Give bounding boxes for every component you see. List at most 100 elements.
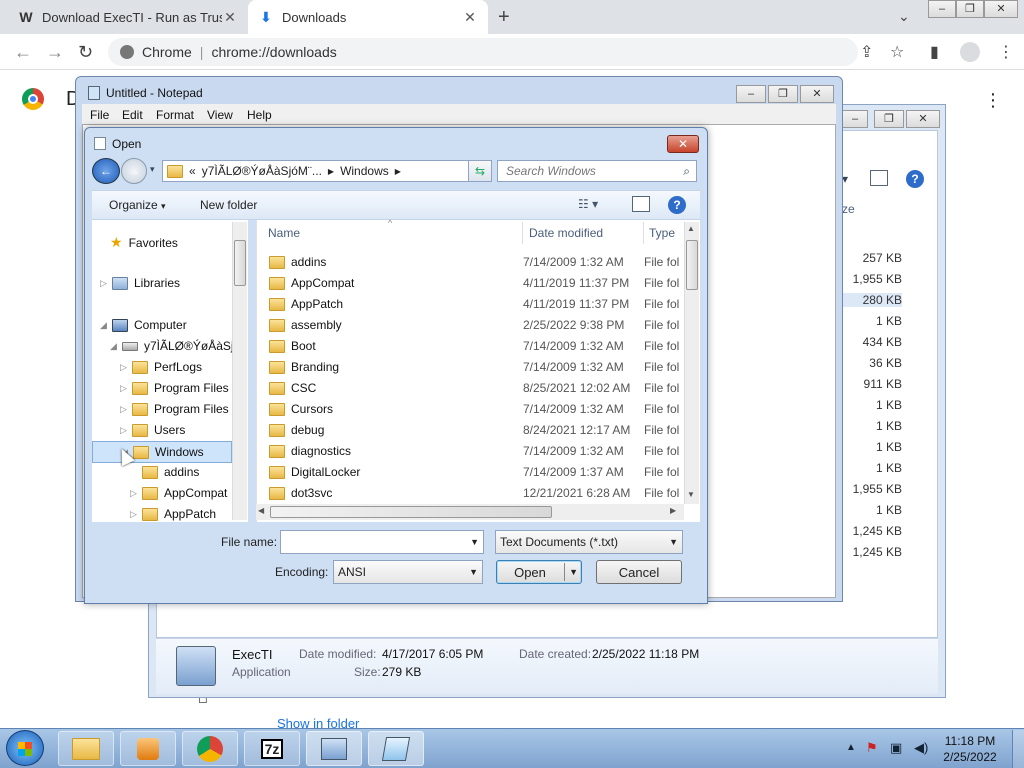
expand-arrow-icon[interactable]: ▷ — [120, 425, 132, 436]
file-row[interactable]: DigitalLocker 7/14/2009 1:37 AM File fol — [266, 462, 690, 482]
file-row[interactable]: assembly 2/25/2022 9:38 PM File fol — [266, 315, 690, 335]
chevron-down-icon[interactable]: ⌄ — [898, 8, 910, 25]
taskbar-notepad[interactable] — [368, 731, 424, 766]
refresh-icon[interactable]: ⇆ — [468, 160, 492, 182]
show-hidden-icons[interactable]: ▲ — [846, 742, 856, 753]
nav-scrollbar[interactable] — [232, 222, 247, 520]
close-tab-icon[interactable]: ✕ — [462, 9, 478, 26]
nav-favorites[interactable]: ★ Favorites — [110, 234, 178, 251]
column-header-date[interactable]: Date modified — [529, 226, 603, 240]
file-scroll-thumb[interactable] — [686, 240, 698, 290]
file-row[interactable]: AppCompat 4/11/2019 11:37 PM File fol — [266, 273, 690, 293]
file-row[interactable]: addins 7/14/2009 1:32 AM File fol — [266, 252, 690, 272]
new-tab-icon[interactable]: + — [498, 6, 510, 29]
expand-arrow-icon[interactable]: ▷ — [130, 488, 142, 499]
breadcrumb-drive[interactable]: y7ÌÃLØ®ÝøÅàSjóM¨... — [202, 164, 322, 178]
breadcrumb-windows[interactable]: Windows — [340, 164, 389, 178]
taskbar-media-player[interactable] — [120, 731, 176, 766]
tab-downloads[interactable]: ⬇ Downloads ✕ — [248, 0, 488, 34]
forward-arrow-icon[interactable]: → — [121, 158, 147, 184]
new-folder-button[interactable]: New folder — [200, 198, 257, 212]
menu-file[interactable]: File — [90, 108, 109, 122]
encoding-select[interactable]: ANSI ▼ — [333, 560, 483, 584]
collapse-arrow-icon[interactable]: ◢ — [110, 341, 122, 352]
nav-apppatch[interactable]: ▷ AppPatch — [130, 507, 216, 521]
expand-arrow-icon[interactable]: ▷ — [130, 509, 142, 520]
file-row[interactable]: diagnostics 7/14/2009 1:32 AM File fol — [266, 441, 690, 461]
open-dropdown-icon[interactable]: ▼ — [569, 567, 578, 577]
close-button[interactable]: ✕ — [984, 0, 1018, 18]
reload-icon[interactable]: ↻ — [78, 42, 93, 63]
side-panel-icon[interactable]: ▮ — [930, 42, 939, 62]
expand-arrow-icon[interactable]: ▷ — [120, 383, 132, 394]
profile-avatar[interactable] — [960, 42, 980, 62]
close-tab-icon[interactable]: ✕ — [222, 9, 238, 26]
collapse-arrow-icon[interactable]: ◢ — [100, 320, 112, 331]
menu-kebab-icon[interactable]: ⋮ — [998, 42, 1014, 62]
nav-addins[interactable]: addins — [142, 465, 199, 479]
forward-icon[interactable]: → — [46, 42, 64, 63]
maximize-button[interactable]: ❐ — [956, 0, 984, 18]
breadcrumb[interactable]: « y7ÌÃLØ®ÝøÅàSjóM¨... ▶ Windows ▶ ▼ — [162, 160, 492, 182]
recent-locations-icon[interactable]: ▾ — [150, 164, 155, 175]
expand-arrow-icon[interactable]: ▷ — [100, 278, 112, 289]
scroll-up-icon[interactable]: ▲ — [687, 224, 695, 233]
nav-appcompat[interactable]: ▷ AppCompat — [130, 486, 227, 500]
notepad-maximize-button[interactable]: ❐ — [768, 85, 798, 103]
file-row[interactable]: CSC 8/25/2021 12:02 AM File fol — [266, 378, 690, 398]
page-menu-icon[interactable]: ⋮ — [984, 90, 1002, 111]
start-button[interactable] — [6, 730, 44, 766]
nav-libraries[interactable]: ▷ Libraries — [100, 276, 180, 290]
notepad-minimize-button[interactable]: – — [736, 85, 766, 103]
hscroll-thumb[interactable] — [270, 506, 552, 518]
file-row[interactable]: AppPatch 4/11/2019 11:37 PM File fol — [266, 294, 690, 314]
file-row[interactable]: dot3svc 12/21/2021 6:28 AM File fol — [266, 483, 690, 503]
nav-users[interactable]: ▷ Users — [120, 423, 185, 437]
help-icon[interactable]: ? — [906, 170, 924, 188]
bookmark-star-icon[interactable]: ☆ — [890, 42, 904, 62]
open-button[interactable]: Open ▼ — [496, 560, 582, 584]
preview-pane-icon[interactable] — [632, 196, 650, 212]
taskbar-7zip[interactable]: 7z — [244, 731, 300, 766]
expand-arrow-icon[interactable]: ▷ — [120, 404, 132, 415]
file-row[interactable]: Boot 7/14/2009 1:32 AM File fol — [266, 336, 690, 356]
file-type-select[interactable]: Text Documents (*.txt) ▼ — [495, 530, 683, 554]
minimize-button[interactable]: – — [928, 0, 956, 18]
explorer-maximize-button[interactable]: ❐ — [874, 110, 904, 128]
show-desktop-button[interactable] — [1012, 730, 1024, 768]
clock[interactable]: 11:18 PM 2/25/2022 — [930, 733, 1010, 765]
help-icon[interactable]: ? — [668, 196, 686, 214]
nav-program-files-x86[interactable]: ▷ Program Files ( — [120, 402, 236, 416]
menu-format[interactable]: Format — [156, 108, 194, 122]
nav-perflogs[interactable]: ▷ PerfLogs — [120, 360, 202, 374]
address-bar[interactable]: Chrome | chrome://downloads — [108, 38, 858, 66]
taskbar-chrome[interactable] — [182, 731, 238, 766]
explorer-minimize-button[interactable]: – — [842, 110, 868, 128]
scroll-right-icon[interactable]: ▶ — [670, 506, 676, 515]
menu-help[interactable]: Help — [247, 108, 272, 122]
explorer-close-button[interactable]: ✕ — [906, 110, 940, 128]
nav-program-files[interactable]: ▷ Program Files — [120, 381, 229, 395]
expand-arrow-icon[interactable]: ▷ — [120, 362, 132, 373]
network-icon[interactable]: ▣ — [890, 740, 902, 756]
taskbar-execti[interactable] — [306, 731, 362, 766]
breadcrumb-overflow[interactable]: « — [189, 164, 196, 178]
search-input[interactable]: Search Windows ⌕ — [497, 160, 697, 182]
back-arrow-icon[interactable]: ← — [92, 158, 120, 184]
scroll-left-icon[interactable]: ◀ — [258, 506, 264, 515]
nav-windows[interactable]: ◢ Windows — [92, 441, 232, 463]
dialog-close-button[interactable]: ✕ — [667, 135, 699, 153]
taskbar-explorer[interactable] — [58, 731, 114, 766]
scroll-down-icon[interactable]: ▼ — [687, 490, 695, 499]
column-header-name[interactable]: Name — [268, 226, 300, 240]
volume-icon[interactable]: ◀) — [914, 740, 928, 756]
notepad-close-button[interactable]: ✕ — [800, 85, 834, 103]
menu-view[interactable]: View — [207, 108, 233, 122]
view-menu-icon[interactable]: ☷ ▾ — [578, 197, 598, 211]
column-header-type[interactable]: Type — [649, 226, 675, 240]
chevron-down-icon[interactable]: ▼ — [470, 537, 479, 547]
share-icon[interactable]: ⇪ — [860, 42, 873, 62]
back-icon[interactable]: ← — [14, 42, 32, 63]
nav-computer[interactable]: ◢ Computer — [100, 318, 187, 332]
nav-scroll-thumb[interactable] — [234, 240, 246, 286]
